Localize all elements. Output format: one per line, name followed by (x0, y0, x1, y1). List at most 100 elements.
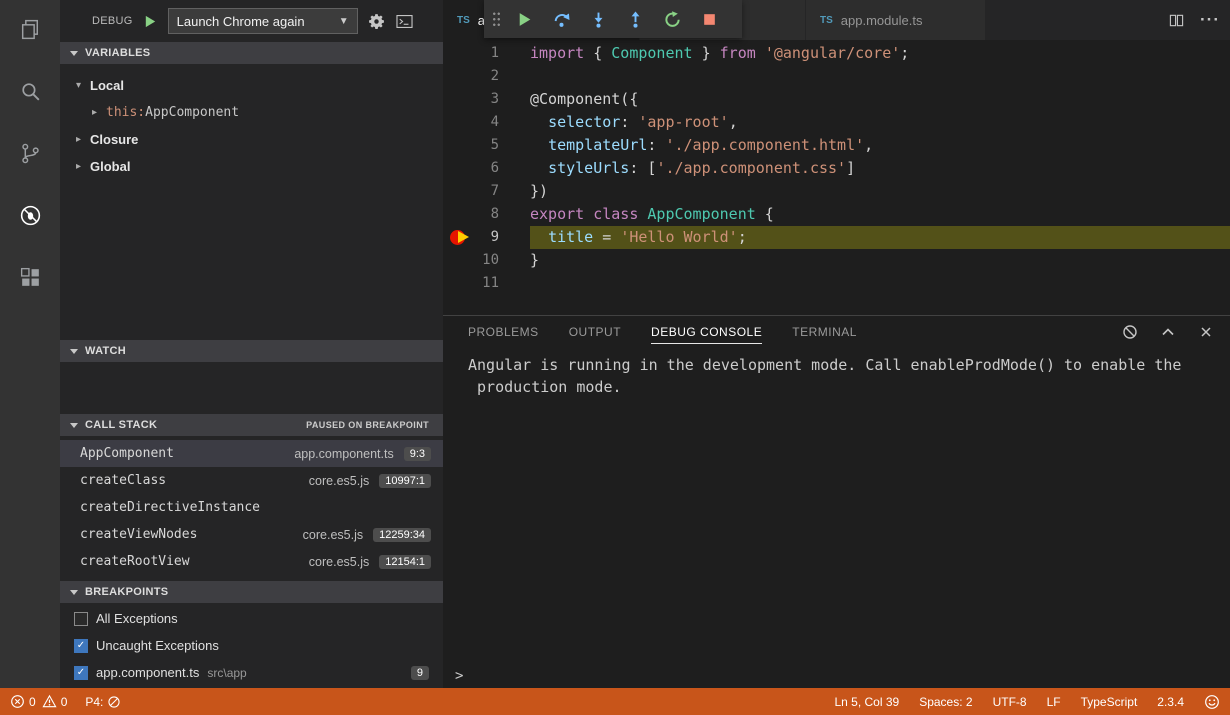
frame-name: createRootView (80, 554, 190, 569)
glyph-margin[interactable] (443, 272, 473, 295)
glyph-margin[interactable] (443, 42, 473, 65)
code-text[interactable]: @Component({ (530, 88, 1230, 111)
glyph-margin[interactable] (443, 134, 473, 157)
debug-sidebar: DEBUG Launch Chrome again ▼ VARIABLES (60, 0, 443, 688)
watch-section-header[interactable]: WATCH (60, 340, 443, 362)
encoding-setting[interactable]: UTF-8 (993, 695, 1027, 709)
search-icon[interactable] (17, 78, 43, 104)
extensions-icon[interactable] (17, 264, 43, 290)
glyph-margin[interactable] (443, 226, 473, 249)
code-token (530, 136, 548, 154)
errors-indicator[interactable]: 0 (10, 694, 36, 709)
stack-frame-row[interactable]: createRootView core.es5.js12154:1 (60, 548, 443, 575)
code-text[interactable]: styleUrls: ['./app.component.css'] (530, 157, 1230, 180)
breakpoints-section-header[interactable]: BREAKPOINTS (60, 581, 443, 603)
close-panel-icon[interactable] (1198, 324, 1214, 340)
glyph-margin[interactable] (443, 249, 473, 272)
continue-button[interactable] (509, 5, 540, 33)
breakpoint-row[interactable]: ✓app.component.tssrc\app9 (60, 659, 443, 686)
watch-list (60, 362, 443, 414)
line-number: 5 (473, 134, 499, 157)
breakpoint-checkbox[interactable]: ✓ (74, 666, 88, 680)
call-stack-section-header[interactable]: CALL STACK PAUSED ON BREAKPOINT (60, 414, 443, 436)
maximize-panel-icon[interactable] (1160, 324, 1176, 340)
toolbar-drag-handle-icon[interactable] (492, 11, 501, 27)
breakpoint-checkbox[interactable] (74, 612, 88, 626)
panel-tab-debug-console[interactable]: DEBUG CONSOLE (651, 320, 762, 344)
language-mode[interactable]: TypeScript (1081, 695, 1138, 709)
stack-frame-row[interactable]: AppComponentapp.component.ts9:3 (60, 440, 443, 467)
stack-frame-row[interactable]: createDirectiveInstance (60, 494, 443, 521)
code-text[interactable]: }) (530, 180, 1230, 203)
editor-actions: ··· (1169, 0, 1220, 40)
step-into-button[interactable] (583, 5, 614, 33)
panel-tab-problems[interactable]: PROBLEMS (468, 320, 539, 344)
file-type-icon: TS (457, 15, 470, 26)
code-token: 'app-root' (638, 113, 728, 131)
glyph-margin[interactable] (443, 111, 473, 134)
launch-config-dropdown[interactable]: Launch Chrome again ▼ (168, 8, 358, 34)
eol-setting[interactable]: LF (1047, 695, 1061, 709)
stack-frame-row[interactable]: createViewNodescore.es5.js12259:34 (60, 521, 443, 548)
code-text[interactable] (530, 272, 1230, 295)
breakpoint-row[interactable]: All Exceptions (60, 605, 443, 632)
scm-status[interactable]: P4: (85, 695, 121, 709)
frame-location: core.es5.js12154:1 (309, 555, 431, 569)
code-text[interactable] (530, 65, 1230, 88)
breakpoint-checkbox[interactable]: ✓ (74, 639, 88, 653)
code-token: : [ (629, 159, 656, 177)
frame-name: createClass (80, 473, 166, 488)
explorer-icon[interactable] (17, 16, 43, 42)
configure-gear-icon[interactable] (368, 13, 385, 30)
frame-name: AppComponent (80, 446, 174, 461)
panel-tab-output[interactable]: OUTPUT (569, 320, 621, 344)
breakpoint-row[interactable]: ✓Uncaught Exceptions (60, 632, 443, 659)
variables-row[interactable]: ▾Local (60, 72, 443, 99)
line-number: 6 (473, 157, 499, 180)
line-number: 2 (473, 65, 499, 88)
code-editor[interactable]: 1import { Component } from '@angular/cor… (443, 40, 1230, 315)
warnings-indicator[interactable]: 0 (42, 694, 68, 709)
offline-icon (107, 695, 121, 709)
feedback-smiley-icon[interactable] (1204, 694, 1220, 710)
step-over-button[interactable] (546, 5, 577, 33)
code-text[interactable]: selector: 'app-root', (530, 111, 1230, 134)
split-editor-icon[interactable] (1169, 13, 1184, 28)
code-token: 'Hello World' (620, 228, 737, 246)
stack-frame-row[interactable]: createClasscore.es5.js10997:1 (60, 467, 443, 494)
debug-console-output[interactable]: Angular is running in the development mo… (443, 348, 1230, 664)
restart-button[interactable] (657, 5, 688, 33)
step-out-button[interactable] (620, 5, 651, 33)
code-text[interactable]: templateUrl: './app.component.html', (530, 134, 1230, 157)
panel-actions (1122, 316, 1214, 348)
variables-row[interactable]: ▸Global (60, 153, 443, 180)
code-token (530, 113, 548, 131)
glyph-margin[interactable] (443, 65, 473, 88)
cursor-position[interactable]: Ln 5, Col 39 (834, 695, 899, 709)
variables-row[interactable]: ▸Closure (60, 126, 443, 153)
code-token: , (729, 113, 738, 131)
code-text[interactable]: export class AppComponent { (530, 203, 1230, 226)
variables-row[interactable]: ▸this: AppComponent (60, 99, 443, 126)
code-text[interactable]: import { Component } from '@angular/core… (530, 42, 1230, 65)
source-control-icon[interactable] (17, 140, 43, 166)
stop-button[interactable] (694, 5, 725, 33)
tab-label: app.module.ts (841, 13, 923, 28)
indentation-setting[interactable]: Spaces: 2 (919, 695, 972, 709)
start-debug-button[interactable] (143, 14, 158, 29)
open-debug-console-icon[interactable] (395, 12, 414, 31)
glyph-margin[interactable] (443, 157, 473, 180)
more-actions-icon[interactable]: ··· (1200, 10, 1220, 30)
code-text[interactable]: title = 'Hello World'; (530, 226, 1230, 249)
glyph-margin[interactable] (443, 180, 473, 203)
glyph-margin[interactable] (443, 88, 473, 111)
typescript-version[interactable]: 2.3.4 (1157, 695, 1184, 709)
clear-console-icon[interactable] (1122, 324, 1138, 340)
editor-tab[interactable]: TSapp.module.ts (806, 0, 986, 40)
glyph-margin[interactable] (443, 203, 473, 226)
variables-section-header[interactable]: VARIABLES (60, 42, 443, 64)
debug-icon[interactable] (17, 202, 43, 228)
code-text[interactable]: } (530, 249, 1230, 272)
panel-tab-terminal[interactable]: TERMINAL (792, 320, 857, 344)
code-line: 11 (443, 272, 1230, 295)
